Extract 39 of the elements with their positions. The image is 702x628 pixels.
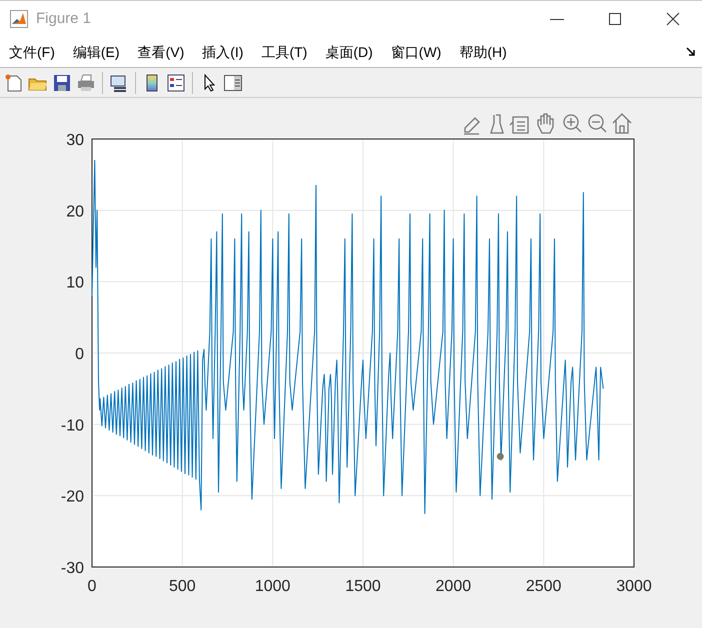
- y-tick-label: 0: [75, 346, 84, 363]
- y-tick-label: -20: [60, 488, 84, 506]
- x-tick-label: 1000: [254, 578, 290, 595]
- y-tick-label: 30: [66, 132, 84, 149]
- peak-logo-icon: [10, 10, 28, 28]
- window-title: Figure 1: [36, 8, 92, 29]
- menu-item[interactable]: 编辑(E): [72, 42, 120, 62]
- maximize-icon[interactable]: [608, 12, 622, 26]
- dock-arrow-icon[interactable]: [686, 47, 696, 57]
- data-tip-marker[interactable]: [496, 452, 504, 460]
- menu-item[interactable]: 帮助(H): [459, 42, 507, 62]
- property-panel-icon[interactable]: [223, 72, 243, 92]
- menu-item[interactable]: 窗口(W): [390, 42, 442, 62]
- x-tick-label: 2500: [526, 578, 562, 595]
- x-tick-label: 1500: [345, 578, 381, 595]
- y-tick-label: -30: [60, 560, 84, 577]
- menu-item[interactable]: 查看(V): [138, 42, 184, 62]
- printer-icon[interactable]: [76, 72, 96, 92]
- x-tick-label: 0: [88, 578, 96, 595]
- y-tick-label: 20: [66, 203, 84, 220]
- x-tick-label: 2000: [436, 578, 472, 595]
- menu-item[interactable]: 工具(T): [261, 42, 308, 62]
- legend-icon[interactable]: [166, 72, 186, 92]
- close-icon[interactable]: [666, 12, 680, 26]
- x-tick-label: 500: [168, 578, 196, 595]
- y-tick-label: -10: [60, 417, 84, 434]
- brush-edit-icon[interactable]: [463, 117, 480, 135]
- home-icon[interactable]: [612, 113, 632, 134]
- menu-item[interactable]: 插入(I): [202, 42, 244, 62]
- pan-hand-icon[interactable]: [537, 113, 554, 134]
- menu-item[interactable]: 文件(F): [9, 42, 55, 62]
- menu-item[interactable]: 桌面(D): [325, 42, 373, 62]
- save-icon[interactable]: [52, 72, 72, 92]
- x-tick-label: 3000: [616, 578, 652, 595]
- new-file-icon[interactable]: [4, 72, 24, 92]
- data-tips-icon[interactable]: [509, 116, 529, 134]
- zoom-out-icon[interactable]: [588, 114, 607, 133]
- zoom-in-icon[interactable]: [563, 114, 582, 133]
- y-tick-label: 10: [66, 274, 84, 292]
